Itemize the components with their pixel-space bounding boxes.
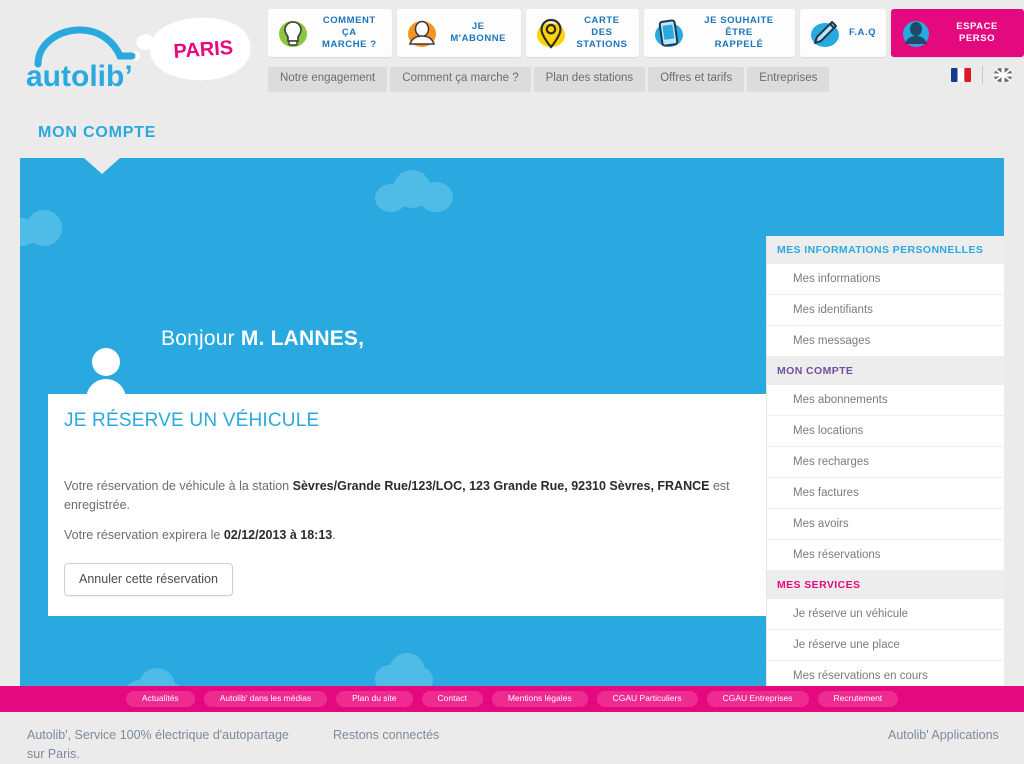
sidebar-item-mes-abonnements[interactable]: Mes abonnements bbox=[767, 385, 1004, 416]
site-header: autolib’ PARIS COMMENT ÇA MARCHE ? JE M'… bbox=[0, 0, 1024, 108]
sidebar-item-mes-identifiants[interactable]: Mes identifiants bbox=[767, 295, 1004, 326]
nav-label: CARTE DES STATIONS bbox=[576, 15, 628, 50]
autolib-logo-svg: autolib’ PARIS bbox=[26, 17, 251, 92]
cloud-decoration bbox=[375, 170, 455, 214]
autolib-logo[interactable]: autolib’ PARIS bbox=[14, 8, 264, 92]
sidebar-item-mes-messages[interactable]: Mes messages bbox=[767, 326, 1004, 357]
text-post: . bbox=[332, 528, 336, 542]
sidebar-item-mes-factures[interactable]: Mes factures bbox=[767, 478, 1004, 509]
station-name: Sèvres/Grande Rue/123/LOC, 123 Grande Ru… bbox=[292, 479, 710, 493]
nav-comment-ca-marche[interactable]: COMMENT ÇA MARCHE ? bbox=[268, 9, 392, 57]
footer-links: Actualités Autolib' dans les médias Plan… bbox=[0, 686, 1024, 712]
cloud-decoration bbox=[20, 210, 66, 250]
footer-link-actualites[interactable]: Actualités bbox=[125, 691, 195, 707]
sidebar-group-title-mon-compte: MON COMPTE bbox=[767, 357, 1004, 385]
primary-nav: COMMENT ÇA MARCHE ? JE M'ABONNE CARTE DE… bbox=[268, 9, 1024, 57]
sidebar-group-title-informations: MES INFORMATIONS PERSONNELLES bbox=[767, 236, 1004, 264]
sidebar-item-mes-locations[interactable]: Mes locations bbox=[767, 416, 1004, 447]
cloud-decoration bbox=[375, 653, 435, 686]
sidebar-item-mes-reservations-en-cours[interactable]: Mes réservations en cours bbox=[767, 661, 1004, 686]
footer-link-recrutement[interactable]: Recrutement bbox=[817, 691, 899, 707]
footer-link-contact[interactable]: Contact bbox=[421, 691, 483, 707]
stage-notch bbox=[84, 158, 120, 174]
footer-link-mentions-legales[interactable]: Mentions légales bbox=[491, 691, 588, 707]
sidebar-item-mes-avoirs[interactable]: Mes avoirs bbox=[767, 509, 1004, 540]
subnav-item-offres-et-tarifs[interactable]: Offres et tarifs bbox=[648, 67, 745, 92]
greeting-username: M. LANNES, bbox=[240, 327, 365, 350]
cancel-reservation-button[interactable]: Annuler cette réservation bbox=[64, 563, 233, 596]
page-title: MON COMPTE bbox=[38, 124, 157, 141]
footer-body: Autolib', Service 100% électrique d'auto… bbox=[0, 712, 1024, 764]
reservation-confirmation-text: Votre réservation de véhicule à la stati… bbox=[64, 477, 754, 516]
greeting: Bonjour M. LANNES, bbox=[161, 327, 364, 351]
nav-label: COMMENT ÇA MARCHE ? bbox=[322, 15, 377, 50]
nav-label: JE SOUHAITE ÊTRE RAPPELÉ bbox=[704, 15, 774, 50]
card-title: JE RÉSERVE UN VÉHICULE bbox=[64, 410, 320, 431]
svg-text:PARIS: PARIS bbox=[173, 37, 234, 63]
avatar-head bbox=[92, 348, 120, 376]
account-stage: Bonjour M. LANNES, JE RÉSERVE UN VÉHICUL… bbox=[20, 158, 1004, 686]
nav-espace-perso[interactable]: ESPACE PERSO bbox=[891, 9, 1024, 57]
footer-about-text: Autolib', Service 100% électrique d'auto… bbox=[27, 728, 289, 762]
reservation-card: JE RÉSERVE UN VÉHICULE Votre réservation… bbox=[48, 394, 783, 616]
footer-link-plan-du-site[interactable]: Plan du site bbox=[336, 691, 413, 707]
person-orange-icon bbox=[407, 20, 436, 47]
nav-carte-des-stations[interactable]: CARTE DES STATIONS bbox=[525, 9, 639, 57]
expiry-datetime: 02/12/2013 à 18:13 bbox=[223, 528, 333, 542]
secondary-nav: Notre engagement Comment ça marche ? Pla… bbox=[268, 67, 830, 92]
account-sidebar: MES INFORMATIONS PERSONNELLES Mes inform… bbox=[766, 236, 1004, 686]
footer-social-text: Restons connectés bbox=[333, 728, 440, 742]
footer-link-bar: Actualités Autolib' dans les médias Plan… bbox=[0, 686, 1024, 712]
subnav-item-entreprises[interactable]: Entreprises bbox=[747, 67, 830, 92]
nav-label: F.A.Q bbox=[849, 27, 877, 39]
footer-column-about: Autolib', Service 100% électrique d'auto… bbox=[27, 726, 297, 764]
sidebar-group-title-mes-services: MES SERVICES bbox=[767, 571, 1004, 599]
footer-link-medias[interactable]: Autolib' dans les médias bbox=[203, 691, 328, 707]
footer-column-social: Restons connectés bbox=[333, 726, 833, 745]
subnav-item-plan-des-stations[interactable]: Plan des stations bbox=[533, 67, 646, 92]
person-blue-icon bbox=[903, 21, 930, 47]
text-pre: Votre réservation de véhicule à la stati… bbox=[64, 479, 293, 493]
lightbulb-icon bbox=[279, 21, 307, 47]
french-flag-icon[interactable] bbox=[951, 68, 971, 82]
nav-je-souhaite-etre-rappele[interactable]: JE SOUHAITE ÊTRE RAPPELÉ bbox=[643, 9, 796, 57]
nav-label: JE M'ABONNE bbox=[450, 21, 507, 44]
nav-label: ESPACE PERSO bbox=[956, 21, 998, 44]
footer-link-cgau-particuliers[interactable]: CGAU Particuliers bbox=[596, 691, 698, 707]
map-pin-icon bbox=[536, 18, 565, 49]
footer-link-cgau-entreprises[interactable]: CGAU Entreprises bbox=[706, 691, 809, 707]
uk-flag-icon[interactable] bbox=[994, 68, 1012, 82]
text-pre: Votre réservation expirera le bbox=[64, 528, 224, 542]
footer-column-apps: Autolib' Applications bbox=[888, 726, 1008, 745]
language-switcher bbox=[951, 66, 1012, 84]
sidebar-item-mes-informations[interactable]: Mes informations bbox=[767, 264, 1004, 295]
nav-faq[interactable]: F.A.Q bbox=[800, 9, 887, 57]
footer-apps-text: Autolib' Applications bbox=[888, 728, 999, 742]
svg-text:autolib’: autolib’ bbox=[26, 60, 133, 92]
subnav-item-notre-engagement[interactable]: Notre engagement bbox=[268, 67, 388, 92]
reservation-expiry-text: Votre réservation expirera le 02/12/2013… bbox=[64, 526, 754, 545]
smartphone-icon bbox=[654, 19, 683, 47]
greeting-hello: Bonjour bbox=[161, 327, 241, 350]
divider bbox=[982, 66, 983, 84]
sidebar-item-mes-recharges[interactable]: Mes recharges bbox=[767, 447, 1004, 478]
sidebar-item-je-reserve-une-place[interactable]: Je réserve une place bbox=[767, 630, 1004, 661]
sidebar-item-je-reserve-un-vehicule[interactable]: Je réserve un véhicule bbox=[767, 599, 1004, 630]
nav-je-mabonne[interactable]: JE M'ABONNE bbox=[396, 9, 521, 57]
cloud-decoration bbox=[125, 668, 185, 686]
subnav-item-comment-ca-marche[interactable]: Comment ça marche ? bbox=[390, 67, 531, 92]
pencil-icon bbox=[811, 21, 840, 47]
sidebar-item-mes-reservations[interactable]: Mes réservations bbox=[767, 540, 1004, 571]
